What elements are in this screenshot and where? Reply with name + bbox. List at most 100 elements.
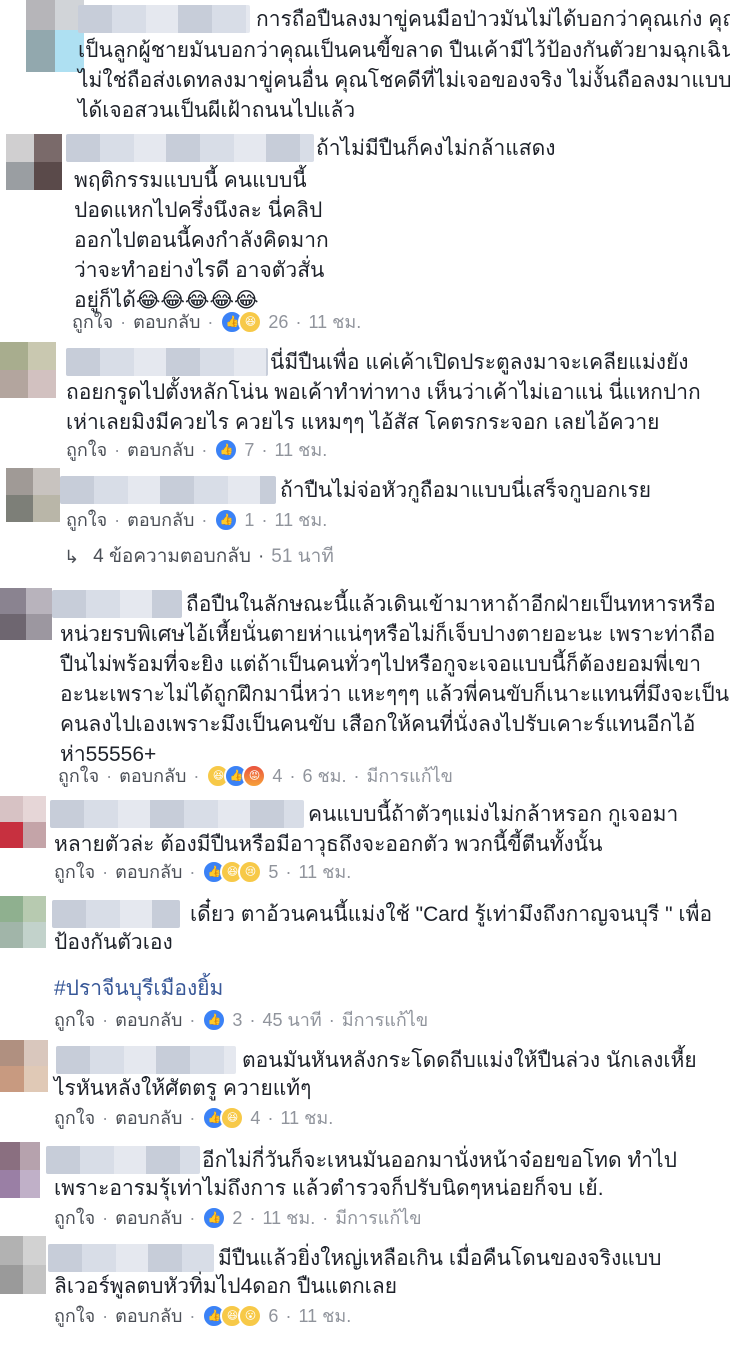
avatar[interactable] <box>0 588 52 640</box>
like-link[interactable]: ถูกใจ <box>54 1304 95 1328</box>
timestamp[interactable]: 11 ชม. <box>274 508 327 532</box>
avatar[interactable] <box>0 896 46 948</box>
avatar-tile <box>0 614 26 640</box>
like-link[interactable]: ถูกใจ <box>58 764 99 788</box>
comment-text-tail: อยู่ก็ได้ <box>74 289 136 312</box>
reaction-summary[interactable]: 👍 <box>214 438 239 462</box>
commenter-name[interactable] <box>52 590 182 618</box>
edited-label[interactable]: มีการแก้ไข <box>342 1008 428 1032</box>
comment: เดี๋ยว ตาอ้วนคนนี้แม่งใช้ "Card รู้เท่าม… <box>0 896 730 1036</box>
avatar-tile <box>20 1142 40 1170</box>
like-reaction-icon: 👍 <box>214 508 239 532</box>
reply-link[interactable]: ตอบกลับ <box>115 1206 182 1230</box>
reply-link[interactable]: ตอบกลับ <box>127 508 194 532</box>
comment: ถือปืนในลักษณะนี้แล้วเดินเข้ามาหาถ้าอีกฝ… <box>0 588 730 793</box>
commenter-name[interactable] <box>52 900 180 928</box>
commenter-name[interactable] <box>46 1146 200 1174</box>
comment: นี่มีปืนเพื่อ แค่เค้าเปิดประตูลงมาจะเคลี… <box>0 338 730 468</box>
reply-link[interactable]: ตอบกลับ <box>115 1106 182 1130</box>
comment-actions: ถูกใจ · ตอบกลับ · 😆 👍 😡 4 · 6 ชม. · มีการแก้ไข <box>58 764 453 788</box>
comment-text: หลายตัวล่ะ ต้องมีปืนหรือมีอาวุธถึงจะออกต… <box>54 833 603 856</box>
commenter-name[interactable] <box>56 1046 236 1074</box>
avatar-tile <box>23 922 46 948</box>
like-reaction-icon: 👍 <box>214 438 239 462</box>
avatar[interactable] <box>26 0 84 72</box>
avatar-tile <box>0 370 28 398</box>
reply-link[interactable]: ตอบกลับ <box>119 764 186 788</box>
edited-label[interactable]: มีการแก้ไข <box>367 764 453 788</box>
like-link[interactable]: ถูกใจ <box>66 508 107 532</box>
haha-reaction-icon: 😆 <box>238 310 263 334</box>
timestamp[interactable]: 11 ชม. <box>308 310 361 334</box>
more-replies-link[interactable]: ↳ 4 ข้อความตอบกลับ · 51 นาที <box>64 545 334 569</box>
reply-link[interactable]: ตอบกลับ <box>115 860 182 884</box>
avatar[interactable] <box>0 796 46 848</box>
avatar-tile <box>0 1265 23 1294</box>
edited-label[interactable]: มีการแก้ไข <box>335 1206 421 1230</box>
comment-text: ถือปืนในลักษณะนี้แล้วเดินเข้ามาหาถ้าอีกฝ… <box>186 593 716 616</box>
comment-text: ถ้าไม่มีปืนก็คงไม่กล้าแสดง <box>316 137 556 160</box>
reaction-summary[interactable]: 👍 <box>214 508 239 532</box>
reaction-summary[interactable]: 👍 😆 😢 <box>202 860 263 884</box>
angry-reaction-icon: 😡 <box>242 764 267 788</box>
avatar-tile <box>24 1066 48 1092</box>
comment-text: คนแบบนี้ถ้าตัวๆแม่งไม่กล้าหรอก กูเจอมา <box>308 803 679 826</box>
reply-arrow-icon: ↳ <box>64 547 80 567</box>
reaction-summary[interactable]: 😆 👍 😡 <box>206 764 267 788</box>
reply-link[interactable]: ตอบกลับ <box>115 1304 182 1328</box>
avatar[interactable] <box>0 342 56 398</box>
reply-link[interactable]: ตอบกลับ <box>133 310 200 334</box>
like-link[interactable]: ถูกใจ <box>66 438 107 462</box>
commenter-name[interactable] <box>50 800 304 828</box>
timestamp[interactable]: 11 ชม. <box>298 860 351 884</box>
avatar[interactable] <box>6 134 62 190</box>
avatar-tile <box>0 1142 20 1170</box>
reaction-count: 4 <box>272 766 283 786</box>
like-reaction-icon: 👍 <box>202 1008 227 1032</box>
reaction-summary[interactable]: 👍 😆 <box>220 310 263 334</box>
like-link[interactable]: ถูกใจ <box>54 860 95 884</box>
avatar[interactable] <box>6 468 60 522</box>
timestamp[interactable]: 11 ชม. <box>280 1106 333 1130</box>
timestamp[interactable]: 6 ชม. <box>302 764 346 788</box>
comment-actions: ถูกใจ · ตอบกลับ · 👍 😆 26 · 11 ชม. <box>72 310 362 334</box>
comment-text: อะนะเพราะไม่ได้ถูกฝึกมานี่หว่า แหะๆๆๆ แล… <box>60 683 730 706</box>
like-link[interactable]: ถูกใจ <box>72 310 113 334</box>
like-link[interactable]: ถูกใจ <box>54 1008 95 1032</box>
reaction-count: 2 <box>232 1208 243 1228</box>
reaction-count: 5 <box>268 862 279 882</box>
comment: ตอนมันหันหลังกระโดดถีบแม่งให้ปืนล่วง นัก… <box>0 1040 730 1138</box>
avatar-tile <box>0 1040 24 1066</box>
avatar-tile <box>0 822 23 848</box>
avatar-tile <box>0 796 23 822</box>
comment-text: หน่วยรบพิเศษไอ้เหี้ยนั่นตายห่าแน่ๆหรือไม… <box>60 623 716 646</box>
commenter-name[interactable] <box>66 134 314 162</box>
commenter-name[interactable] <box>66 348 268 376</box>
timestamp[interactable]: 11 ชม. <box>262 1206 315 1230</box>
comment-text: ตอนมันหันหลังกระโดดถีบแม่งให้ปืนล่วง นัก… <box>242 1049 697 1072</box>
more-replies-label: 4 ข้อความตอบกลับ <box>93 546 251 567</box>
timestamp[interactable]: 11 ชม. <box>298 1304 351 1328</box>
timestamp[interactable]: 11 ชม. <box>274 438 327 462</box>
commenter-name[interactable] <box>48 1244 214 1272</box>
reaction-summary[interactable]: 👍 <box>202 1206 227 1230</box>
commenter-name[interactable] <box>78 5 250 33</box>
like-link[interactable]: ถูกใจ <box>54 1206 95 1230</box>
hashtag-link[interactable]: #ปราจีนบุรีเมืองยิ้ม <box>54 974 223 1004</box>
avatar-tile <box>23 1236 46 1265</box>
comment-text: เป็นลูกผู้ชายมันบอกว่าคุณเป็นคนขี้ขลาด ป… <box>78 39 730 62</box>
reaction-summary[interactable]: 👍 😆 <box>202 1106 245 1130</box>
avatar[interactable] <box>0 1142 40 1198</box>
reply-link[interactable]: ตอบกลับ <box>115 1008 182 1032</box>
reply-link[interactable]: ตอบกลับ <box>127 438 194 462</box>
timestamp[interactable]: 45 นาที <box>262 1008 321 1032</box>
avatar[interactable] <box>0 1040 48 1092</box>
avatar[interactable] <box>0 1236 46 1294</box>
reaction-summary[interactable]: 👍 <box>202 1008 227 1032</box>
haha-reaction-icon: 😆 <box>220 1106 245 1130</box>
more-replies-time: 51 นาที <box>271 546 334 567</box>
avatar-tile <box>34 134 62 162</box>
commenter-name[interactable] <box>60 476 276 504</box>
reaction-summary[interactable]: 👍 😆 😮 <box>202 1304 263 1328</box>
like-link[interactable]: ถูกใจ <box>54 1106 95 1130</box>
